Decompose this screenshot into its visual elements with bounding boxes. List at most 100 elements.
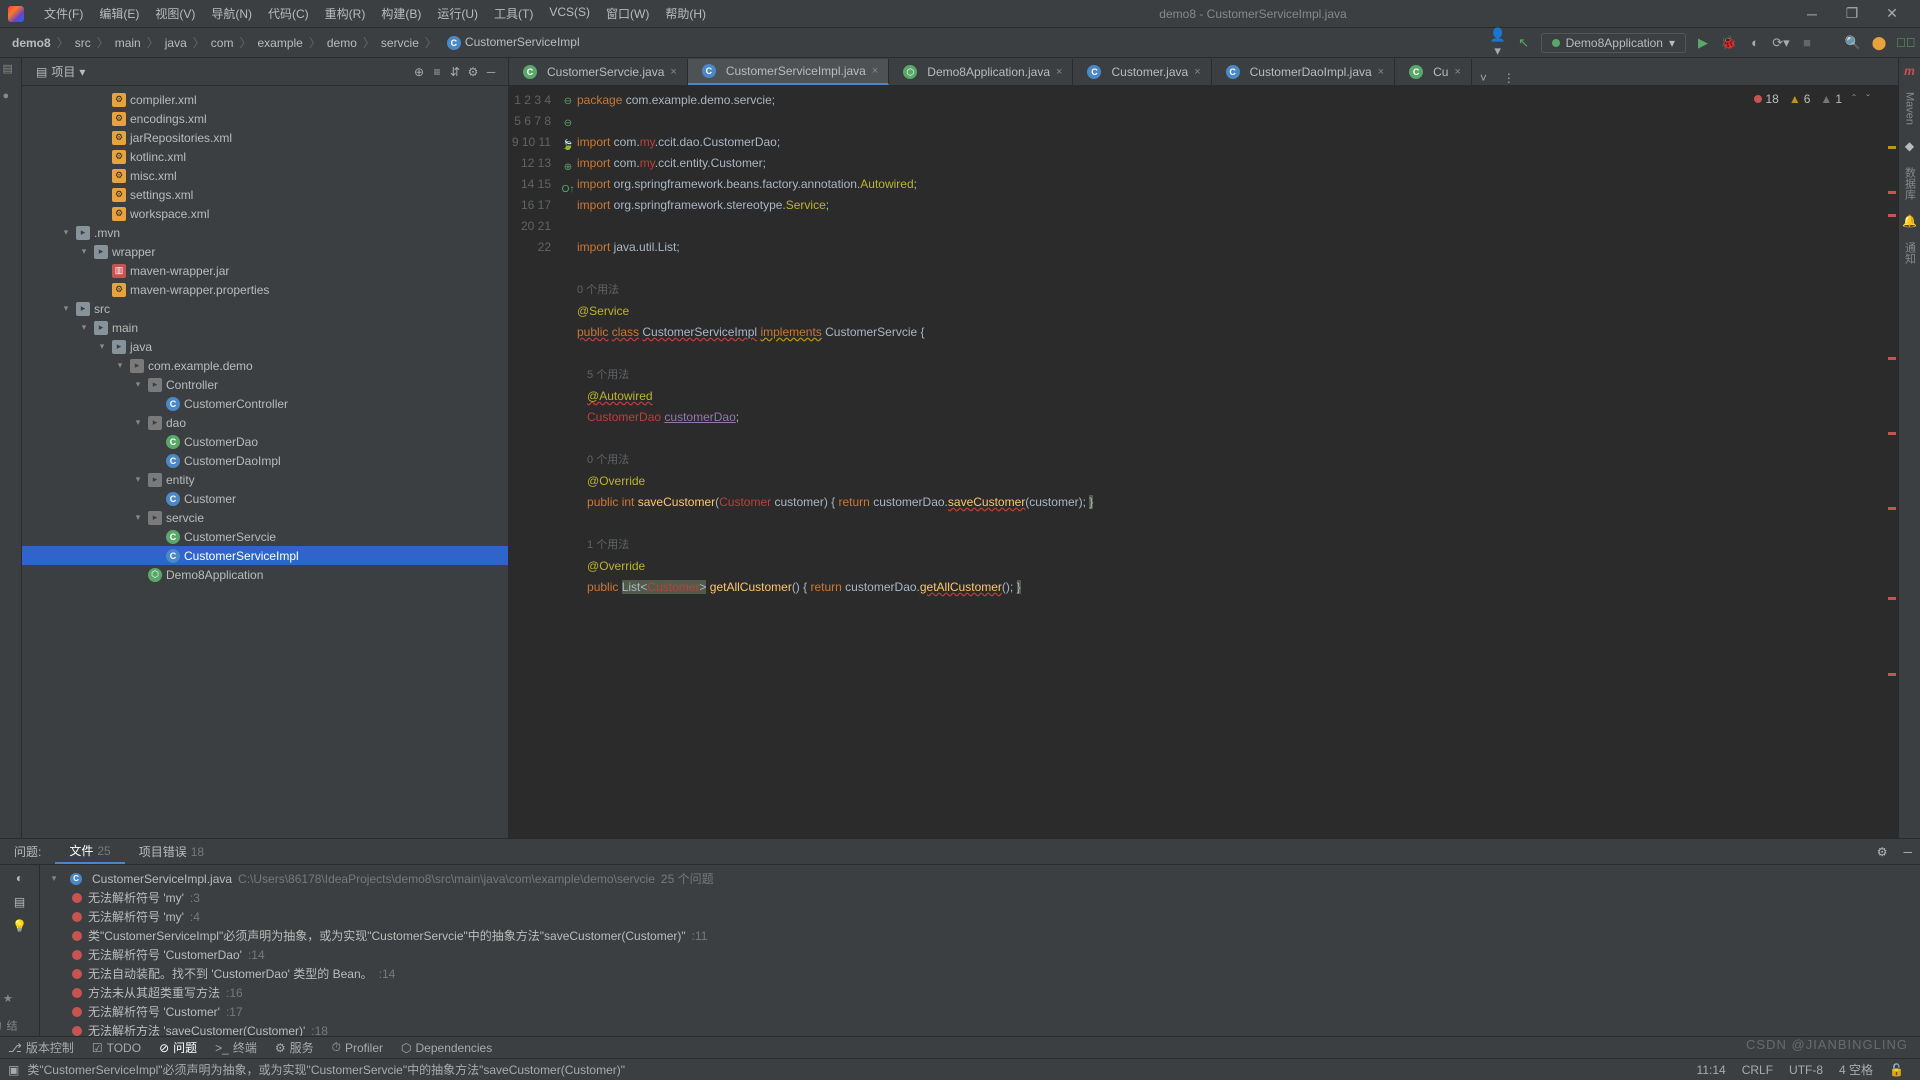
tree-node[interactable]: ▾▸com.example.demo (22, 356, 508, 375)
expand-all-button[interactable]: ≡ (428, 65, 446, 79)
hide-button[interactable]: ─ (482, 65, 500, 79)
bottom-tool-问题[interactable]: ⊘问题 (159, 1039, 197, 1056)
settings-button[interactable]: ⚙ (464, 65, 482, 79)
breadcrumb-item[interactable]: demo8 (6, 34, 57, 52)
next-highlight-button[interactable]: ˇ (1866, 92, 1870, 106)
close-tab-button[interactable]: × (872, 65, 878, 77)
menu-文件(F)[interactable]: 文件(F) (36, 5, 91, 22)
problem-item[interactable]: 无法解析符号 'my' :4 (48, 907, 1912, 926)
structure-tool-button[interactable]: 结构 (3, 1020, 19, 1036)
breadcrumb-item[interactable]: example (251, 34, 308, 52)
bottom-tool-版本控制[interactable]: ⎇版本控制 (8, 1039, 74, 1056)
database-tool-button[interactable]: ◆ (1905, 139, 1914, 153)
bottom-tool-Profiler[interactable]: ⏱Profiler (332, 1040, 383, 1055)
notifications-tool-button[interactable]: 🔔 (1902, 214, 1917, 228)
code-editor[interactable]: 18 ▲6 ▲1 ˆ ˇ 1 2 3 4 5 6 7 8 9 10 11 12 … (509, 86, 1898, 838)
user-icon[interactable]: 👤▾ (1489, 27, 1507, 59)
tree-node[interactable]: ▾▸dao (22, 413, 508, 432)
problems-hide-button[interactable]: ─ (1895, 845, 1920, 859)
search-everywhere-button[interactable]: 🔍 (1844, 35, 1862, 51)
stop-button[interactable]: ■ (1798, 35, 1816, 50)
menu-代码(C)[interactable]: 代码(C) (260, 5, 317, 22)
project-tree[interactable]: ⚙compiler.xml⚙encodings.xml⚙jarRepositor… (22, 86, 508, 838)
debug-button[interactable]: 🐞 (1720, 35, 1738, 51)
back-icon[interactable]: ↖ (1515, 35, 1533, 51)
code-content[interactable]: package com.example.demo.servcie; import… (577, 86, 1886, 838)
close-tab-button[interactable]: × (1194, 66, 1200, 78)
favorites-tool-button[interactable]: ★ (3, 992, 19, 1008)
line-separator[interactable]: CRLF (1734, 1063, 1781, 1077)
file-encoding[interactable]: UTF-8 (1781, 1063, 1831, 1077)
run-button[interactable]: ▶ (1694, 35, 1712, 51)
tree-node[interactable]: ▾▸.mvn (22, 223, 508, 242)
tree-node[interactable]: CCustomerDaoImpl (22, 451, 508, 470)
maven-label[interactable]: Maven (1904, 92, 1916, 125)
tabs-more-button[interactable]: ⋮ (1495, 71, 1523, 85)
tree-node[interactable]: ⚙kotlinc.xml (22, 147, 508, 166)
problems-file-header[interactable]: ▾CCustomerServiceImpl.java C:\Users\8617… (48, 869, 1912, 888)
menu-编辑(E)[interactable]: 编辑(E) (91, 5, 147, 22)
problem-item[interactable]: 方法未从其超类重写方法 :16 (48, 983, 1912, 1002)
tree-node[interactable]: ⚙encodings.xml (22, 109, 508, 128)
problem-item[interactable]: 无法自动装配。找不到 'CustomerDao' 类型的 Bean。 :14 (48, 964, 1912, 983)
editor-tab[interactable]: CCustomerServiceImpl.java× (688, 59, 889, 85)
tree-node[interactable]: CCustomerServiceImpl (22, 546, 508, 565)
indent-setting[interactable]: 4 空格 (1831, 1061, 1881, 1078)
autoscroll-button[interactable]: 💡 (12, 919, 27, 933)
caret-position[interactable]: 11:14 (1689, 1063, 1734, 1077)
breadcrumb-item[interactable]: com (205, 34, 240, 52)
maximize-button[interactable]: ❐ (1832, 5, 1872, 22)
tree-node[interactable]: ▾▸servcie (22, 508, 508, 527)
problems-tab[interactable]: 问题: (0, 839, 55, 864)
tree-node[interactable]: CCustomerServcie (22, 527, 508, 546)
menu-窗口(W)[interactable]: 窗口(W) (598, 5, 657, 22)
editor-tab[interactable]: CCu× (1395, 59, 1472, 85)
close-tab-button[interactable]: × (1378, 66, 1384, 78)
tree-node[interactable]: ▾▸Controller (22, 375, 508, 394)
problem-item[interactable]: 无法解析符号 'CustomerDao' :14 (48, 945, 1912, 964)
close-tab-button[interactable]: × (1056, 66, 1062, 78)
tabs-dropdown-button[interactable]: ˅ (1472, 71, 1495, 85)
coverage-button[interactable]: ◐ (1746, 35, 1764, 50)
code-with-me-icon[interactable]: ▶⃝ (1896, 35, 1914, 50)
problem-item[interactable]: 无法解析符号 'my' :3 (48, 888, 1912, 907)
maven-tool-button[interactable]: m (1904, 64, 1915, 78)
ide-update-icon[interactable]: ⬤ (1870, 35, 1888, 51)
status-tool-icon[interactable]: ▣ (8, 1063, 19, 1077)
project-tool-button[interactable]: ▤ (3, 62, 19, 78)
problem-item[interactable]: 无法解析方法 'saveCustomer(Customer)' :18 (48, 1021, 1912, 1036)
bottom-tool-Dependencies[interactable]: ⬡Dependencies (401, 1041, 492, 1055)
inspection-summary[interactable]: 18 ▲6 ▲1 ˆ ˇ (1754, 92, 1870, 106)
problem-item[interactable]: 类"CustomerServiceImpl"必须声明为抽象，或为实现"Custo… (48, 926, 1912, 945)
tree-node[interactable]: CCustomerController (22, 394, 508, 413)
menu-重构(R)[interactable]: 重构(R) (317, 5, 374, 22)
editor-tab[interactable]: CCustomerServcie.java× (509, 59, 688, 85)
tree-node[interactable]: ⚙jarRepositories.xml (22, 128, 508, 147)
problems-list[interactable]: ▾CCustomerServiceImpl.java C:\Users\8617… (40, 865, 1920, 1036)
tree-node[interactable]: CCustomerDao (22, 432, 508, 451)
menu-工具(T)[interactable]: 工具(T) (486, 5, 541, 22)
view-options-button[interactable]: ▤ (14, 895, 25, 909)
breadcrumb-item[interactable]: main (109, 34, 147, 52)
notifications-label[interactable]: 通知 (1902, 242, 1918, 264)
breadcrumb-item[interactable]: src (69, 34, 97, 52)
close-tab-button[interactable]: × (1454, 66, 1460, 78)
run-configuration-select[interactable]: Demo8Application ▾ (1541, 33, 1686, 53)
editor-tab[interactable]: ⬡Demo8Application.java× (889, 59, 1073, 85)
database-label[interactable]: 数据库 (1902, 167, 1918, 200)
tree-node[interactable]: ⚙settings.xml (22, 185, 508, 204)
prev-highlight-button[interactable]: ˆ (1852, 92, 1856, 106)
tree-node[interactable]: ▾▸entity (22, 470, 508, 489)
readonly-toggle[interactable]: 🔓 (1881, 1063, 1912, 1077)
close-tab-button[interactable]: × (670, 66, 676, 78)
tree-node[interactable]: ▥maven-wrapper.jar (22, 261, 508, 280)
breadcrumb-item[interactable]: servcie (375, 34, 425, 52)
problems-settings-button[interactable]: ⚙ (1869, 845, 1896, 859)
tree-node[interactable]: ⬡Demo8Application (22, 565, 508, 584)
problem-item[interactable]: 无法解析符号 'Customer' :17 (48, 1002, 1912, 1021)
menu-导航(N)[interactable]: 导航(N) (203, 5, 260, 22)
problems-tab[interactable]: 项目错误 18 (125, 839, 218, 864)
tree-node[interactable]: ⚙compiler.xml (22, 90, 508, 109)
menu-视图(V)[interactable]: 视图(V) (147, 5, 203, 22)
commit-tool-button[interactable]: ● (3, 90, 19, 106)
